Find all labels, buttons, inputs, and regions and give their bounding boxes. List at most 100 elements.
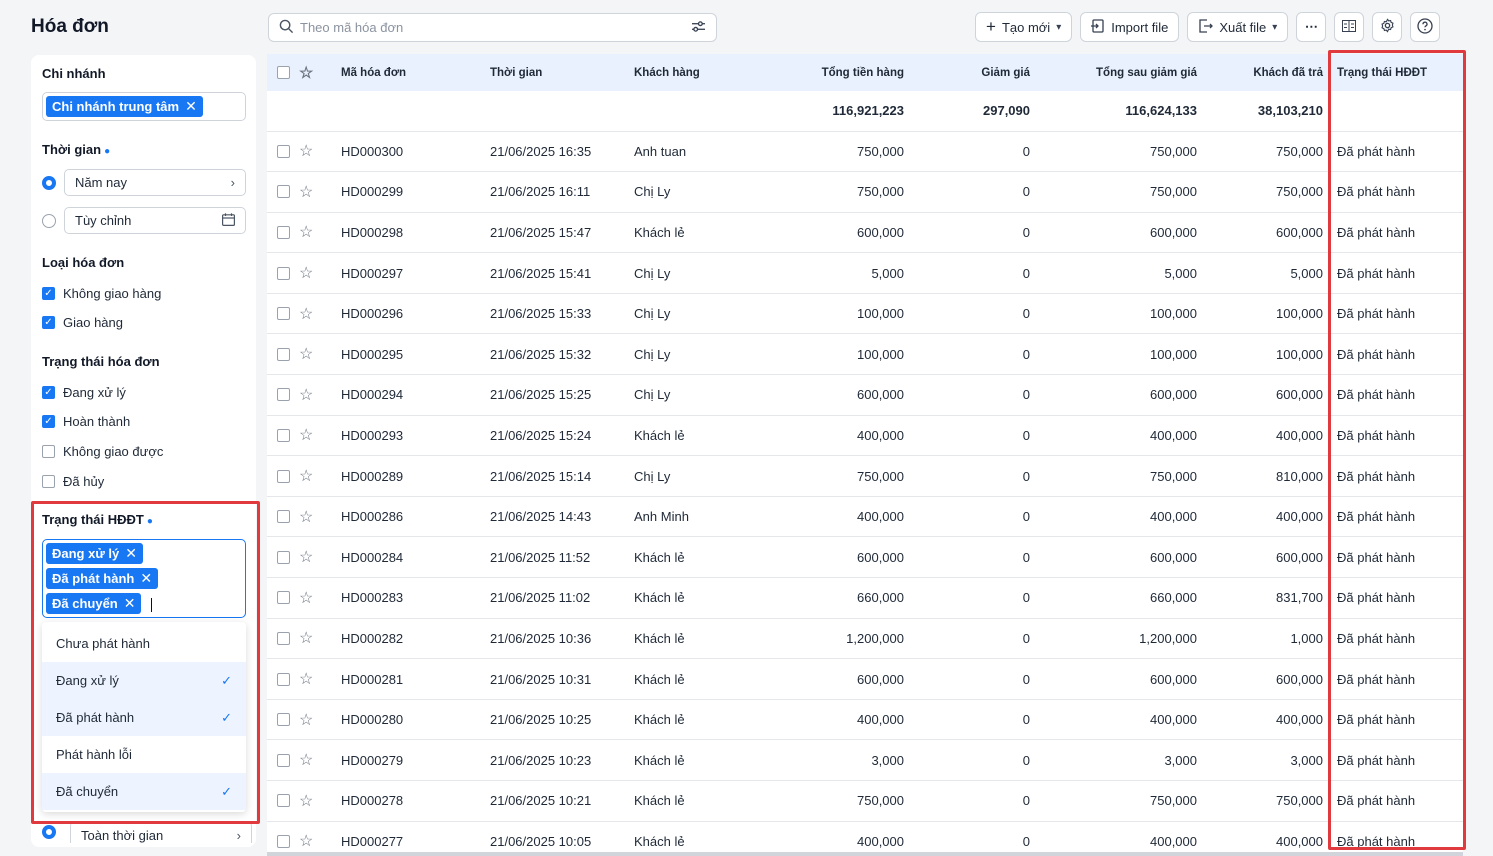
- header-customer[interactable]: Khách hàng: [634, 54, 754, 91]
- cell-invoice-code[interactable]: HD000295: [341, 334, 490, 375]
- create-new-button[interactable]: + Tạo mới ▾: [975, 12, 1073, 42]
- checkbox-unchecked-icon[interactable]: [42, 475, 55, 488]
- cell-invoice-code[interactable]: HD000289: [341, 456, 490, 497]
- checkbox-checked-icon[interactable]: ✓: [42, 415, 55, 428]
- row-checkbox[interactable]: [277, 307, 290, 321]
- search-bar[interactable]: [268, 13, 717, 42]
- cell-invoice-code[interactable]: HD000286: [341, 496, 490, 537]
- time-preset-select[interactable]: Năm nay ›: [64, 169, 246, 196]
- row-checkbox[interactable]: [277, 428, 290, 442]
- cell-invoice-code[interactable]: HD000282: [341, 618, 490, 659]
- column-layout-button[interactable]: [1334, 12, 1365, 42]
- row-checkbox[interactable]: [277, 753, 290, 767]
- table-row[interactable]: ☆ HD000282 21/06/2025 10:36 Khách lẻ 1,200,0…: [267, 618, 1463, 659]
- header-invoice-code[interactable]: Mã hóa đơn: [341, 54, 490, 91]
- invoice-status-option[interactable]: Không giao được: [42, 444, 163, 459]
- cell-invoice-code[interactable]: HD000284: [341, 537, 490, 578]
- star-icon[interactable]: ☆: [299, 590, 313, 607]
- radio-selected-icon[interactable]: [42, 825, 56, 839]
- header-total-goods[interactable]: Tổng tiền hàng: [754, 54, 904, 91]
- star-icon[interactable]: ☆: [299, 65, 313, 82]
- remove-tag-icon[interactable]: ✕: [185, 98, 197, 115]
- table-row[interactable]: ☆ HD000280 21/06/2025 10:25 Khách lẻ 400,000…: [267, 699, 1463, 740]
- star-icon[interactable]: ☆: [299, 630, 313, 647]
- star-icon[interactable]: ☆: [299, 306, 313, 323]
- table-row[interactable]: ☆ HD000298 21/06/2025 15:47 Khách lẻ 600,000…: [267, 212, 1463, 253]
- row-checkbox[interactable]: [277, 185, 290, 199]
- row-checkbox[interactable]: [277, 266, 290, 280]
- table-row[interactable]: ☆ HD000279 21/06/2025 10:23 Khách lẻ 3,000 0 3…: [267, 740, 1463, 781]
- table-row[interactable]: ☆ HD000300 21/06/2025 16:35 Anh tuan 750,000…: [267, 131, 1463, 172]
- checkbox-checked-icon[interactable]: ✓: [42, 316, 55, 329]
- header-total-after-discount[interactable]: Tổng sau giảm giá: [1030, 54, 1197, 91]
- help-button[interactable]: [1410, 12, 1441, 42]
- export-file-button[interactable]: Xuất file ▾: [1187, 12, 1289, 42]
- row-checkbox[interactable]: [277, 225, 290, 239]
- settings-button[interactable]: [1372, 12, 1403, 42]
- row-checkbox[interactable]: [277, 550, 290, 564]
- row-checkbox[interactable]: [277, 713, 290, 727]
- more-options-button[interactable]: ⋯: [1296, 12, 1327, 42]
- invoice-status-option[interactable]: ✓ Đang xử lý: [42, 385, 126, 400]
- import-file-button[interactable]: Import file: [1080, 12, 1180, 42]
- cell-invoice-code[interactable]: HD000294: [341, 375, 490, 416]
- star-icon[interactable]: ☆: [299, 427, 313, 444]
- row-checkbox[interactable]: [277, 631, 290, 645]
- radio-selected-icon[interactable]: [42, 175, 56, 190]
- checkbox-checked-icon[interactable]: ✓: [42, 386, 55, 399]
- star-icon[interactable]: ☆: [299, 224, 313, 241]
- table-row[interactable]: ☆ HD000295 21/06/2025 15:32 Chị Ly 100,000 0 1…: [267, 334, 1463, 375]
- table-row[interactable]: ☆ HD000297 21/06/2025 15:41 Chị Ly 5,000 0 5,0…: [267, 253, 1463, 294]
- row-checkbox[interactable]: [277, 834, 290, 848]
- cell-invoice-code[interactable]: HD000277: [341, 821, 490, 856]
- custom-date-select[interactable]: Tùy chỉnh: [64, 207, 246, 234]
- star-icon[interactable]: ☆: [299, 143, 313, 160]
- time-option-all-time[interactable]: Toàn thời gian ›: [42, 821, 252, 843]
- table-row[interactable]: ☆ HD000277 21/06/2025 10:05 Khách lẻ 400,000…: [267, 821, 1463, 856]
- invoice-status-option[interactable]: Đã hủy: [42, 474, 104, 489]
- cell-invoice-code[interactable]: HD000280: [341, 699, 490, 740]
- table-row[interactable]: ☆ HD000278 21/06/2025 10:21 Khách lẻ 750,000…: [267, 781, 1463, 822]
- invoice-type-option[interactable]: ✓ Giao hàng: [42, 315, 123, 330]
- cell-invoice-code[interactable]: HD000279: [341, 740, 490, 781]
- star-icon[interactable]: ☆: [299, 712, 313, 729]
- row-checkbox[interactable]: [277, 469, 290, 483]
- table-row[interactable]: ☆ HD000281 21/06/2025 10:31 Khách lẻ 600,000…: [267, 659, 1463, 700]
- star-icon[interactable]: ☆: [299, 387, 313, 404]
- cell-invoice-code[interactable]: HD000283: [341, 578, 490, 619]
- search-input[interactable]: [300, 20, 691, 35]
- cell-invoice-code[interactable]: HD000299: [341, 172, 490, 213]
- table-row[interactable]: ☆ HD000286 21/06/2025 14:43 Anh Minh 400,000…: [267, 496, 1463, 537]
- radio-unselected-icon[interactable]: [42, 213, 56, 228]
- table-row[interactable]: ☆ HD000296 21/06/2025 15:33 Chị Ly 100,000 0 1…: [267, 293, 1463, 334]
- star-icon[interactable]: ☆: [299, 671, 313, 688]
- invoice-type-option[interactable]: ✓ Không giao hàng: [42, 286, 161, 301]
- cell-invoice-code[interactable]: HD000293: [341, 415, 490, 456]
- star-icon[interactable]: ☆: [299, 833, 313, 850]
- table-row[interactable]: ☆ HD000289 21/06/2025 15:14 Chị Ly 750,000 0 7…: [267, 456, 1463, 497]
- branch-select[interactable]: Chi nhánh trung tâm ✕: [42, 92, 246, 121]
- star-icon[interactable]: ☆: [299, 793, 313, 810]
- table-row[interactable]: ☆ HD000293 21/06/2025 15:24 Khách lẻ 400,000…: [267, 415, 1463, 456]
- row-checkbox[interactable]: [277, 672, 290, 686]
- row-checkbox[interactable]: [277, 794, 290, 808]
- row-checkbox[interactable]: [277, 347, 290, 361]
- invoice-status-option[interactable]: ✓ Hoàn thành: [42, 414, 130, 429]
- star-icon[interactable]: ☆: [299, 468, 313, 485]
- cell-invoice-code[interactable]: HD000278: [341, 781, 490, 822]
- filter-sliders-icon[interactable]: [691, 20, 706, 36]
- horizontal-scrollbar[interactable]: [267, 852, 1463, 856]
- star-icon[interactable]: ☆: [299, 549, 313, 566]
- table-row[interactable]: ☆ HD000299 21/06/2025 16:11 Chị Ly 750,000 0 7…: [267, 172, 1463, 213]
- row-checkbox[interactable]: [277, 510, 290, 524]
- table-row[interactable]: ☆ HD000294 21/06/2025 15:25 Chị Ly 600,000 0 6…: [267, 375, 1463, 416]
- cell-invoice-code[interactable]: HD000281: [341, 659, 490, 700]
- time-option-this-year[interactable]: Năm nay ›: [42, 169, 246, 196]
- header-customer-paid[interactable]: Khách đã trả: [1197, 54, 1323, 91]
- all-time-select[interactable]: Toàn thời gian ›: [70, 821, 252, 843]
- table-row[interactable]: ☆ HD000284 21/06/2025 11:52 Khách lẻ 600,000…: [267, 537, 1463, 578]
- star-icon[interactable]: ☆: [299, 509, 313, 526]
- cell-invoice-code[interactable]: HD000298: [341, 212, 490, 253]
- star-icon[interactable]: ☆: [299, 346, 313, 363]
- header-time[interactable]: Thời gian: [490, 54, 634, 91]
